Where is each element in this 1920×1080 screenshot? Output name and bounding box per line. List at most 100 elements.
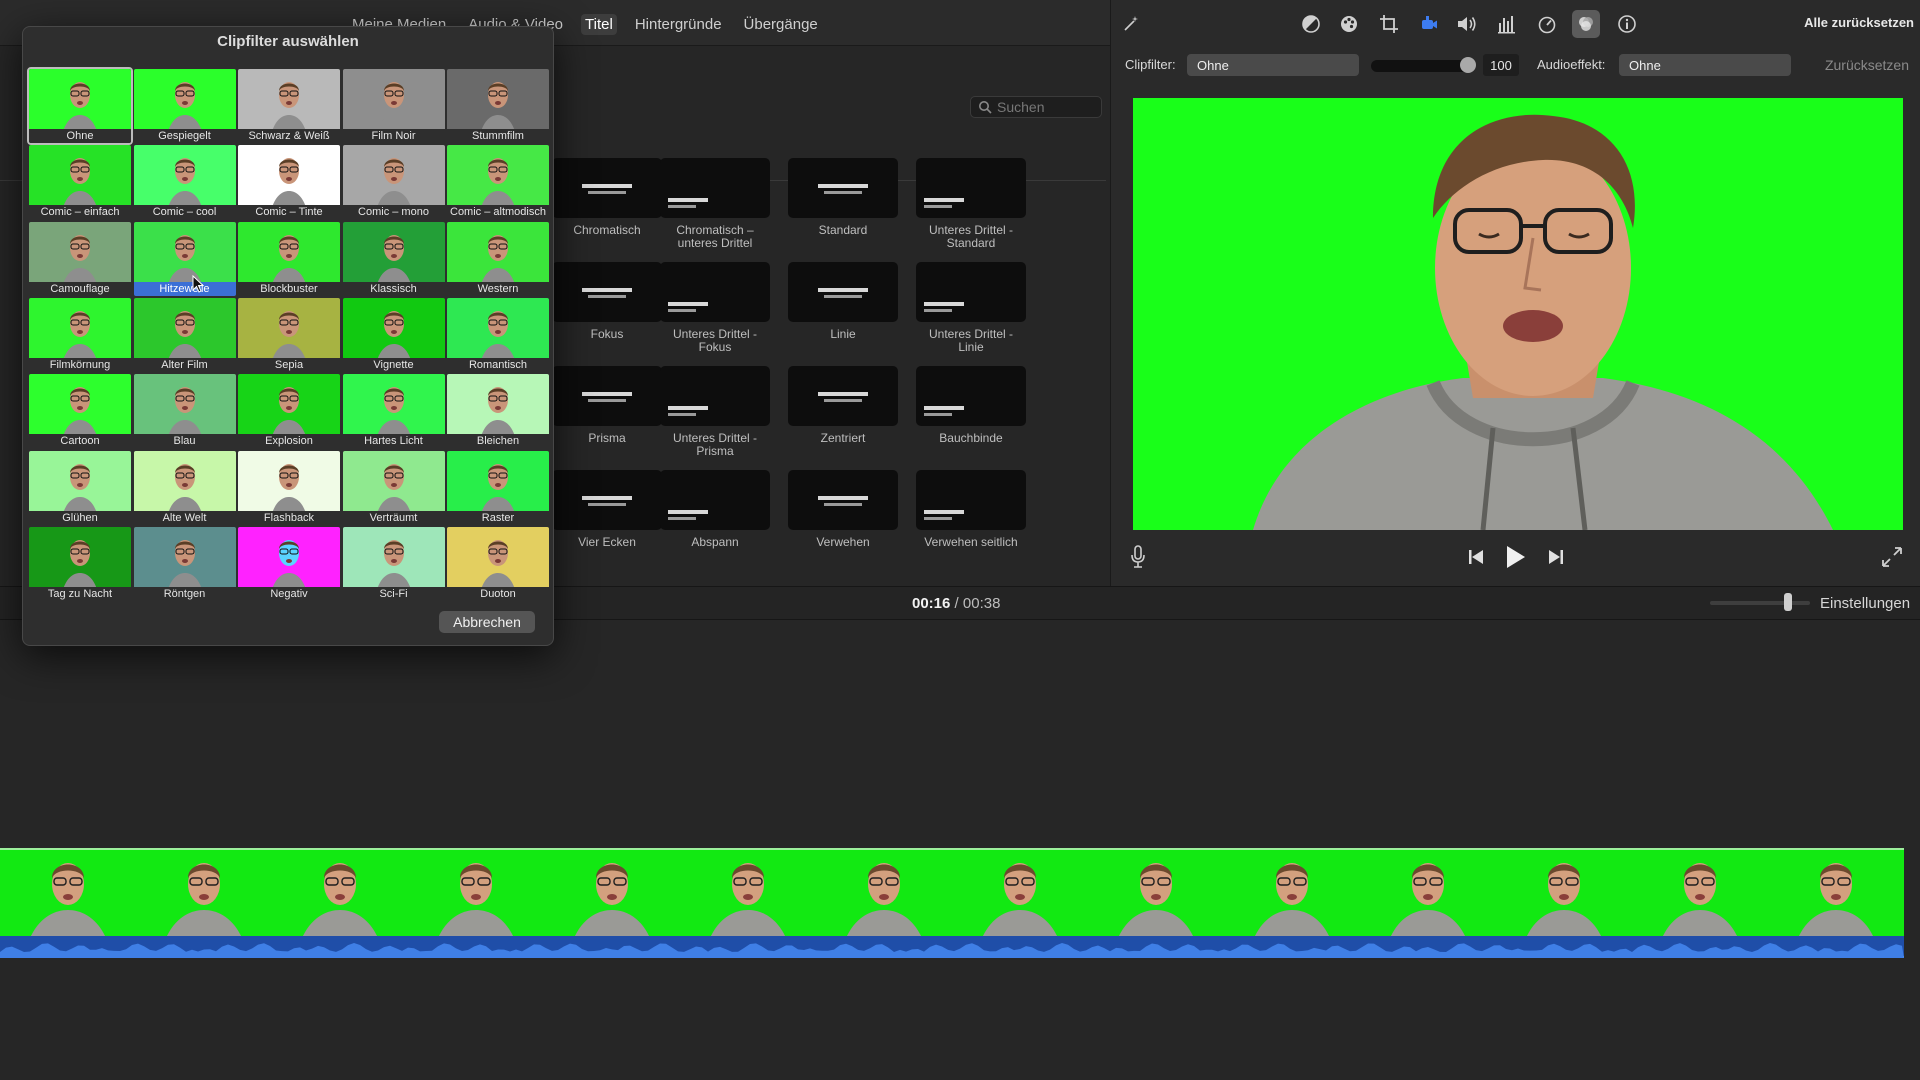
filter-label: Vignette <box>342 357 445 372</box>
title-template-3-2[interactable]: Verwehen <box>788 470 898 549</box>
magic-wand-icon[interactable] <box>1117 10 1145 38</box>
title-template-1-2[interactable]: Linie <box>788 262 898 341</box>
clip-filter-icon[interactable] <box>1572 10 1600 38</box>
title-template-2-3[interactable]: Bauchbinde <box>916 366 1026 445</box>
title-template-1-0[interactable]: Fokus <box>552 262 662 341</box>
filter-strength-slider[interactable] <box>1371 60 1473 72</box>
filter-5-2[interactable]: Flashback <box>238 450 340 525</box>
microphone-icon[interactable] <box>1129 544 1147 570</box>
template-thumbnail <box>788 470 898 530</box>
play-icon[interactable] <box>1503 544 1527 570</box>
presenter-thumbnail <box>63 387 97 435</box>
filter-preview <box>342 450 445 511</box>
settings-button[interactable]: Einstellungen <box>1820 595 1910 612</box>
filter-preview <box>342 221 445 282</box>
color-balance-icon[interactable] <box>1297 10 1325 38</box>
filter-5-0[interactable]: Glühen <box>29 450 131 525</box>
audio-effect-dropdown[interactable]: Ohne <box>1619 54 1791 76</box>
filter-0-3[interactable]: Film Noir <box>342 69 445 143</box>
title-template-0-2[interactable]: Standard <box>788 158 898 237</box>
filter-5-4[interactable]: Raster <box>447 450 549 525</box>
filter-4-3[interactable]: Hartes Licht <box>342 374 445 449</box>
template-label: Bauchbinde <box>939 431 1003 445</box>
video-clip[interactable] <box>0 848 1904 936</box>
filter-2-4[interactable]: Western <box>447 221 549 296</box>
filter-4-4[interactable]: Bleichen <box>447 374 549 449</box>
title-template-3-1[interactable]: Abspann <box>660 470 770 549</box>
filter-label: Alte Welt <box>133 510 236 525</box>
filter-2-1[interactable]: Hitzewelle <box>133 221 236 296</box>
cancel-button[interactable]: Abbrechen <box>439 611 535 633</box>
volume-icon[interactable] <box>1453 10 1481 38</box>
filter-6-1[interactable]: Röntgen <box>133 526 236 601</box>
tab-hintergruende[interactable]: Hintergründe <box>631 14 726 35</box>
title-template-3-0[interactable]: Vier Ecken <box>552 470 662 549</box>
title-template-0-1[interactable]: Chromatisch – unteres Drittel <box>660 158 770 250</box>
filter-5-1[interactable]: Alte Welt <box>133 450 236 525</box>
filter-2-0[interactable]: Camouflage <box>29 221 131 296</box>
speed-gauge-icon[interactable] <box>1533 10 1561 38</box>
title-template-0-0[interactable]: Chromatisch <box>552 158 662 237</box>
filter-3-0[interactable]: Filmkörnung <box>29 297 131 372</box>
filter-0-1[interactable]: Gespiegelt <box>133 69 236 143</box>
filter-6-3[interactable]: Sci-Fi <box>342 526 445 601</box>
filter-6-0[interactable]: Tag zu Nacht <box>29 526 131 601</box>
fullscreen-icon[interactable] <box>1881 546 1903 568</box>
timeline-zoom-knob[interactable] <box>1784 593 1792 611</box>
filter-3-3[interactable]: Vignette <box>342 297 445 372</box>
crop-icon[interactable] <box>1375 10 1403 38</box>
tab-titel[interactable]: Titel <box>581 14 617 35</box>
timeline-zoom-slider[interactable] <box>1710 601 1810 605</box>
title-template-2-0[interactable]: Prisma <box>552 366 662 445</box>
title-template-1-1[interactable]: Unteres Drittel - Fokus <box>660 262 770 354</box>
filter-0-0[interactable]: Ohne <box>27 67 133 145</box>
title-template-0-3[interactable]: Unteres Drittel - Standard <box>916 158 1026 250</box>
reset-all-button[interactable]: Alle zurücksetzen <box>1804 15 1914 30</box>
audio-waveform[interactable] <box>0 936 1904 958</box>
filter-1-0[interactable]: Comic – einfach <box>29 145 131 220</box>
current-time: 00:16 <box>912 595 951 612</box>
filter-2-2[interactable]: Blockbuster <box>238 221 340 296</box>
filter-preview <box>342 526 445 587</box>
color-palette-icon[interactable] <box>1335 10 1363 38</box>
clip-filter-dropdown[interactable]: Ohne <box>1187 54 1359 76</box>
template-thumbnail <box>552 262 662 322</box>
search-input[interactable]: Suchen <box>970 96 1102 118</box>
filter-strength-knob[interactable] <box>1460 57 1476 73</box>
filter-label: Explosion <box>238 434 340 449</box>
filter-1-4[interactable]: Comic – altmodisch <box>447 145 549 220</box>
filter-3-4[interactable]: Romantisch <box>447 297 549 372</box>
filter-4-2[interactable]: Explosion <box>238 374 340 449</box>
filter-3-2[interactable]: Sepia <box>238 297 340 372</box>
info-icon[interactable] <box>1613 10 1641 38</box>
title-template-3-3[interactable]: Verwehen seitlich <box>916 470 1026 549</box>
equalizer-icon[interactable] <box>1493 10 1521 38</box>
template-preview-graphic <box>582 184 632 194</box>
title-template-2-2[interactable]: Zentriert <box>788 366 898 445</box>
filter-0-4[interactable]: Stummfilm <box>447 69 549 143</box>
filter-strength-value[interactable]: 100 <box>1483 54 1519 76</box>
filter-1-2[interactable]: Comic – Tinte <box>238 145 340 220</box>
filter-1-1[interactable]: Comic – cool <box>133 145 236 220</box>
presenter-thumbnail <box>481 463 515 511</box>
filter-0-2[interactable]: Schwarz & Weiß <box>238 69 340 143</box>
skip-forward-icon[interactable] <box>1547 548 1565 566</box>
title-template-2-1[interactable]: Unteres Drittel - Prisma <box>660 366 770 458</box>
skip-back-icon[interactable] <box>1467 548 1485 566</box>
template-thumbnail <box>916 262 1026 322</box>
reset-button[interactable]: Zurücksetzen <box>1825 57 1909 73</box>
filter-6-4[interactable]: Duoton <box>447 526 549 601</box>
filter-4-0[interactable]: Cartoon <box>29 374 131 449</box>
filter-5-3[interactable]: Verträumt <box>342 450 445 525</box>
template-preview-graphic <box>924 406 964 416</box>
video-preview[interactable] <box>1133 98 1903 530</box>
filter-4-1[interactable]: Blau <box>133 374 236 449</box>
filter-3-1[interactable]: Alter Film <box>133 297 236 372</box>
title-template-1-3[interactable]: Unteres Drittel - Linie <box>916 262 1026 354</box>
filter-2-3[interactable]: Klassisch <box>342 221 445 296</box>
tab-uebergaenge[interactable]: Übergänge <box>740 14 822 35</box>
filter-1-3[interactable]: Comic – mono <box>342 145 445 220</box>
stabilization-camera-icon[interactable] <box>1415 10 1443 38</box>
inspector-panel: Alle zurücksetzen Clipfilter: Ohne 100 A… <box>1110 0 1920 586</box>
filter-6-2[interactable]: Negativ <box>238 526 340 601</box>
